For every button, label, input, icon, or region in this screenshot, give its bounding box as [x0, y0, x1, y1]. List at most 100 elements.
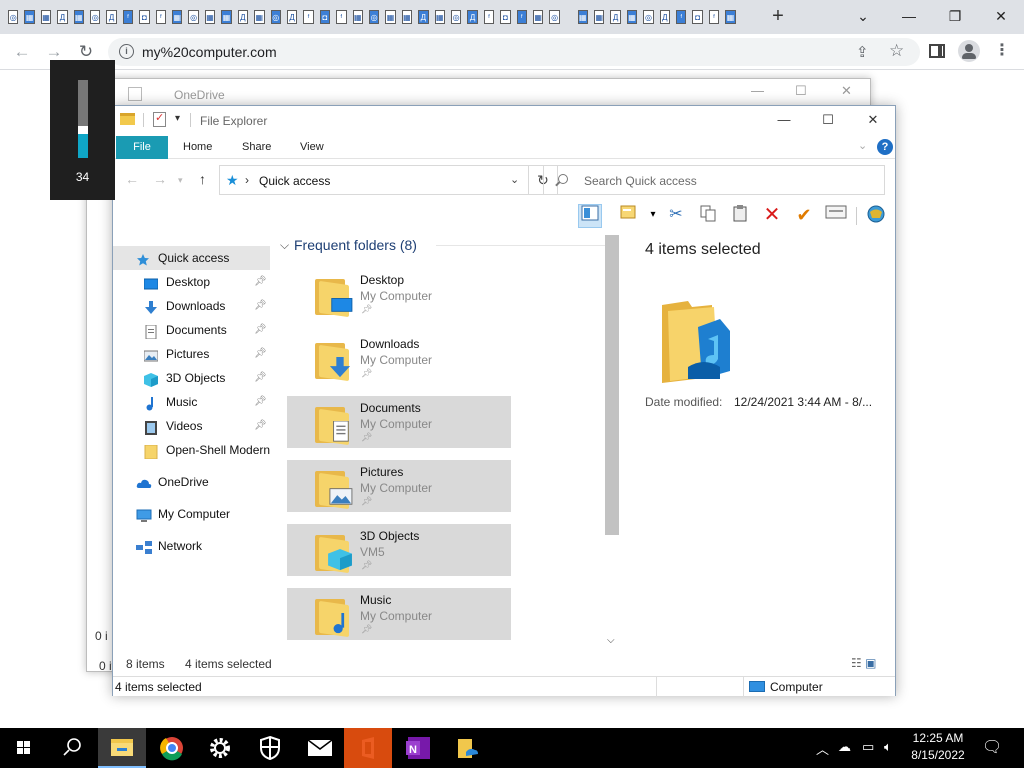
address-location[interactable]: Quick access — [259, 174, 330, 188]
tab-favicon[interactable]: ◘ — [692, 10, 703, 24]
settings-gear-icon[interactable] — [196, 728, 244, 768]
tab-favicon[interactable]: ▦ — [172, 10, 183, 24]
large-icons-view-icon[interactable]: ▣ — [865, 656, 876, 670]
tab-favicon[interactable]: ▦ — [434, 10, 445, 24]
title-bar[interactable]: ▾ File Explorer — ☐ ✕ — [113, 106, 895, 134]
chevron-down-icon[interactable]: ⌄ — [840, 0, 886, 34]
volume-icon[interactable]: 🔈︎ — [884, 739, 892, 755]
start-button[interactable] — [0, 728, 48, 768]
nav-item-music[interactable]: Music 📌︎ — [113, 390, 270, 414]
nav-item-3d-objects[interactable]: 3D Objects 📌︎ — [113, 366, 270, 390]
folder-tile-pictures[interactable]: Pictures My Computer 📌︎ — [287, 460, 511, 512]
back-button[interactable]: ← — [125, 171, 139, 187]
tab-favicon[interactable]: ▦ — [594, 10, 605, 24]
tab-favicon[interactable]: ◎ — [90, 10, 101, 24]
bookmark-star-icon[interactable]: ☆ — [889, 41, 904, 61]
tab-favicon[interactable]: ᶠ — [303, 10, 314, 24]
tab-favicon[interactable]: ◘ — [139, 10, 150, 24]
chevron-down-icon[interactable]: ▾ — [175, 113, 180, 124]
network-icon[interactable]: ▭ — [862, 739, 874, 755]
nav-item-quick-access[interactable]: Quick access — [113, 246, 270, 270]
search-box[interactable]: Search Quick access — [543, 165, 885, 195]
tab-favicon[interactable]: ▦ — [533, 10, 544, 24]
scroll-down-arrow[interactable]: ⌵ — [607, 635, 615, 646]
tab-favicon[interactable]: ▦ — [401, 10, 413, 24]
up-button[interactable]: ↑ — [199, 171, 206, 187]
tab-favicon[interactable]: ▦ — [73, 10, 85, 24]
close-button[interactable]: ✕ — [978, 0, 1024, 34]
nav-item-onedrive[interactable]: OneDrive — [113, 470, 270, 494]
nav-item-downloads[interactable]: Downloads 📌︎ — [113, 294, 270, 318]
help-icon[interactable]: ? — [877, 139, 893, 155]
tab-favicon[interactable]: ▦ — [577, 10, 589, 24]
tab-favicon[interactable]: Д — [57, 10, 68, 24]
onenote-icon[interactable]: N — [394, 728, 442, 768]
nav-item-network[interactable]: Network — [113, 534, 270, 558]
copy-icon[interactable] — [696, 204, 720, 228]
details-view-icon[interactable]: ☷ — [851, 656, 862, 670]
tab-file[interactable]: File — [116, 136, 168, 159]
chevron-right-icon[interactable]: › — [245, 173, 249, 187]
chevron-down-icon[interactable]: ⌄ — [510, 173, 519, 186]
tab-favicon[interactable]: ▦ — [24, 10, 35, 24]
rename-check-icon[interactable]: ✔ — [792, 204, 816, 228]
tab-favicon[interactable]: ▦ — [204, 10, 216, 24]
nav-item-pictures[interactable]: Pictures 📌︎ — [113, 342, 270, 366]
view-toggle-icons[interactable]: ☷ ▣ — [851, 656, 876, 670]
tab-favicon[interactable]: ▦ — [725, 10, 736, 24]
tab-favicon[interactable]: ▦ — [40, 10, 52, 24]
clock-date[interactable]: 8/15/2022 — [895, 748, 981, 762]
folder-tile-3d-objects[interactable]: 3D Objects VM5 📌︎ — [287, 524, 511, 576]
profile-avatar[interactable] — [958, 40, 980, 62]
maximize-button[interactable]: ☐ — [805, 106, 851, 134]
tab-favicon[interactable]: ◎ — [188, 10, 199, 24]
address-box[interactable]: ★ › Quick access ⌄ — [219, 165, 529, 195]
nav-item-documents[interactable]: Documents 📌︎ — [113, 318, 270, 342]
tab-favicon[interactable]: ᶠ — [676, 10, 687, 24]
expand-ribbon-icon[interactable]: ⌄ — [858, 139, 867, 152]
notifications-icon[interactable]: 🗨︎ — [982, 737, 1002, 757]
chevron-up-icon[interactable]: ︿ — [816, 739, 829, 758]
file-explorer-window[interactable]: ▾ File Explorer — ☐ ✕ File Home Share Vi… — [112, 105, 896, 697]
minimize-button[interactable]: — — [751, 83, 764, 98]
info-icon[interactable]: i — [119, 44, 134, 59]
clock-time[interactable]: 12:25 AM — [895, 731, 981, 745]
tab-favicon[interactable]: ◘ — [500, 10, 511, 24]
tab-favicon[interactable]: ▦ — [221, 10, 232, 24]
close-button[interactable]: ✕ — [850, 106, 896, 134]
properties-icon[interactable] — [153, 111, 166, 127]
tab-favicon[interactable]: Д — [659, 10, 671, 24]
tab-favicon[interactable]: ᶠ — [122, 10, 134, 24]
tab-favicon[interactable]: Д — [106, 10, 117, 24]
chevron-down-icon[interactable]: ▾ — [641, 204, 665, 228]
properties-icon[interactable] — [128, 87, 142, 101]
group-header[interactable]: Frequent folders (8) — [294, 237, 417, 253]
minimize-button[interactable]: — — [761, 106, 807, 134]
nav-item-open-shell-modern[interactable]: Open-Shell Modern — [113, 438, 270, 462]
nav-item-desktop[interactable]: Desktop 📌︎ — [113, 270, 270, 294]
tab-favicon[interactable]: ᶠ — [708, 10, 720, 24]
side-panel-icon[interactable] — [929, 44, 945, 58]
tab-favicon[interactable]: ◎ — [8, 10, 19, 24]
folder-onedrive-icon[interactable] — [442, 728, 490, 768]
maximize-button[interactable]: ☐ — [795, 83, 807, 99]
mail-icon[interactable] — [296, 728, 344, 768]
folder-tile-documents[interactable]: Documents My Computer 📌︎ — [287, 396, 511, 448]
folder-tile-music[interactable]: Music My Computer 📌︎ — [287, 588, 511, 640]
share-icon[interactable]: ⇪ — [856, 43, 869, 61]
tab-share[interactable]: Share — [230, 136, 283, 159]
new-tab-button[interactable]: + — [766, 4, 790, 28]
url-text[interactable]: my%20computer.com — [142, 44, 277, 60]
tab-favicon[interactable]: Д — [418, 10, 429, 24]
forward-button[interactable]: → — [153, 171, 167, 187]
scrollbar-thumb[interactable] — [605, 235, 619, 535]
tab-favicon[interactable]: ◎ — [368, 10, 380, 24]
paste-icon[interactable] — [728, 204, 752, 228]
folder-icon[interactable] — [120, 113, 135, 125]
tab-favicon[interactable]: Д — [610, 10, 621, 24]
back-button[interactable]: ← — [10, 40, 34, 64]
recent-locations-icon[interactable]: ▾ — [178, 175, 183, 186]
security-shield-icon[interactable] — [246, 728, 294, 768]
nav-item-videos[interactable]: Videos 📌︎ — [113, 414, 270, 438]
tab-favicon[interactable]: ᶠ — [155, 10, 167, 24]
